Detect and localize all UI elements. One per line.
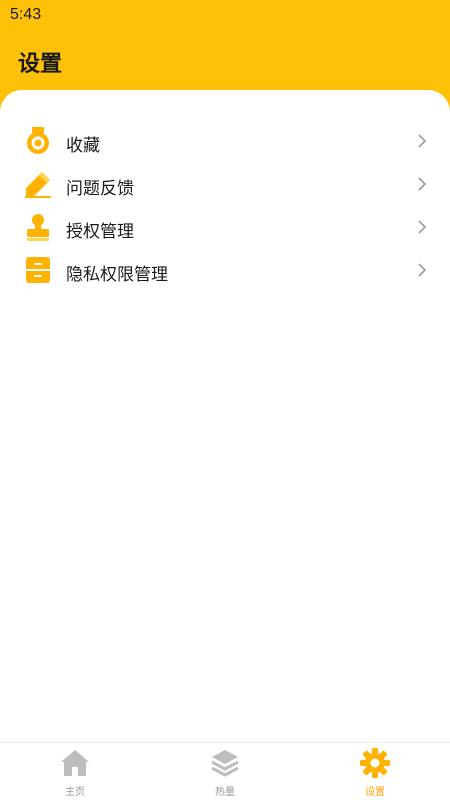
tab-settings[interactable]: 设置: [300, 743, 450, 800]
chevron-right-icon: [418, 220, 427, 234]
tab-label: 主页: [65, 787, 85, 798]
tab-calories[interactable]: 热量: [150, 743, 300, 800]
stamp-icon: [27, 214, 49, 241]
menu-item-authorization[interactable]: 授权管理: [0, 206, 450, 249]
content-panel: 收藏 问题反馈 授权管理 隐私权限管理: [0, 90, 450, 742]
bottom-tab-bar: 主页 热量 设置: [0, 742, 450, 800]
status-bar: 5:43: [0, 0, 450, 32]
tab-label: 热量: [215, 787, 235, 798]
tab-label: 设置: [365, 787, 385, 798]
chevron-right-icon: [418, 134, 427, 148]
menu-item-privacy-permissions[interactable]: 隐私权限管理: [0, 249, 450, 292]
menu-item-favorites[interactable]: 收藏: [0, 120, 450, 163]
home-icon: [61, 750, 89, 776]
menu-item-label: 授权管理: [66, 222, 134, 242]
layers-icon: [211, 750, 239, 777]
pencil-icon: [25, 172, 51, 198]
chevron-right-icon: [418, 177, 427, 191]
tab-home[interactable]: 主页: [0, 743, 150, 800]
gear-icon: [360, 748, 390, 778]
cabinet-icon: [26, 257, 50, 283]
medal-icon: [27, 127, 49, 154]
menu-list: 收藏 问题反馈 授权管理 隐私权限管理: [0, 120, 450, 292]
menu-item-label: 收藏: [66, 136, 100, 156]
menu-item-feedback[interactable]: 问题反馈: [0, 163, 450, 206]
menu-item-label: 问题反馈: [66, 179, 134, 199]
status-time: 5:43: [10, 6, 42, 23]
menu-item-label: 隐私权限管理: [66, 265, 168, 285]
page-title: 设置: [18, 52, 63, 77]
chevron-right-icon: [418, 263, 427, 277]
